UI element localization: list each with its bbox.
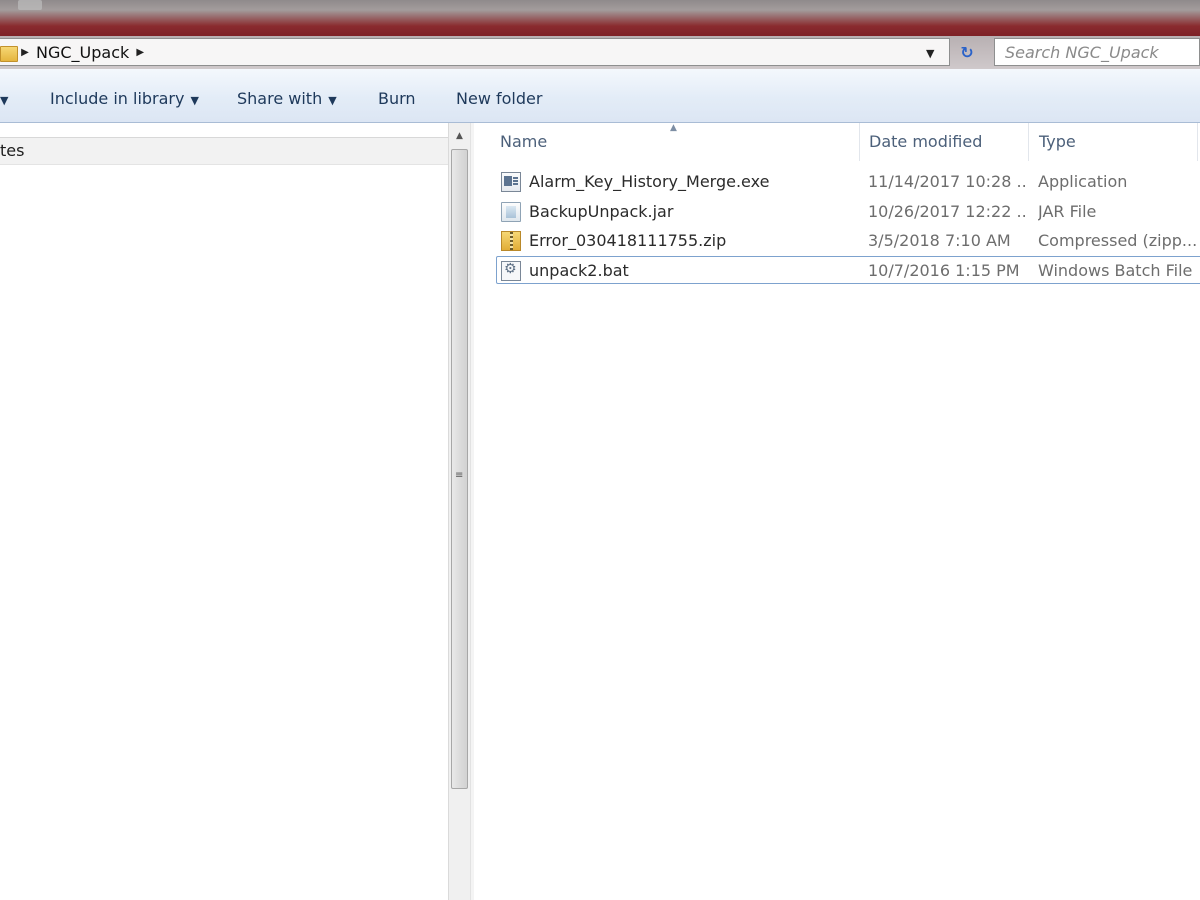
column-divider[interactable] <box>1197 123 1198 161</box>
file-name: Alarm_Key_History_Merge.exe <box>529 172 770 191</box>
bat-icon <box>501 261 521 281</box>
chevron-down-icon: ▼ <box>328 94 337 107</box>
new-folder-label: New folder <box>456 89 543 108</box>
nav-item-favorites[interactable]: tes <box>0 137 448 165</box>
address-bar[interactable]: ▶ NGC_Upack ▶ ▼ <box>0 38 950 66</box>
address-dropdown-icon[interactable]: ▼ <box>926 47 934 60</box>
file-name: Error_030418111755.zip <box>529 231 727 250</box>
search-box[interactable] <box>994 38 1200 66</box>
column-header-type[interactable]: Type <box>1027 123 1200 161</box>
window-control-icon <box>18 0 42 10</box>
window-title-bar <box>0 0 1200 36</box>
address-row: ▶ NGC_Upack ▶ ▼ ↻ <box>0 36 1200 69</box>
file-date: 10/7/2016 1:15 PM <box>868 261 1020 280</box>
scrollbar-thumb[interactable]: ≡ <box>451 149 468 789</box>
file-date: 10/26/2017 12:22 ... <box>868 202 1028 221</box>
navigation-pane: tes <box>0 123 448 900</box>
chevron-down-icon: ▼ <box>190 94 199 107</box>
file-date: 11/14/2017 10:28 ... <box>868 172 1028 191</box>
folder-icon <box>0 43 18 62</box>
breadcrumb-folder[interactable]: NGC_Upack <box>32 43 133 62</box>
grip-icon: ≡ <box>455 470 464 481</box>
file-row[interactable]: Error_030418111755.zip 3/5/2018 7:10 AM … <box>496 226 1200 254</box>
file-name: unpack2.bat <box>529 261 629 280</box>
file-row[interactable]: Alarm_Key_History_Merge.exe 11/14/2017 1… <box>496 167 1200 195</box>
exe-icon <box>501 172 521 192</box>
file-type: Windows Batch File <box>1038 261 1193 280</box>
include-in-library-label: Include in library <box>50 89 185 108</box>
chevron-right-icon[interactable]: ▶ <box>133 38 147 66</box>
nav-scrollbar[interactable]: ▲ ≡ <box>448 123 470 900</box>
include-in-library-button[interactable]: Include in library ▼ <box>50 89 199 108</box>
chevron-right-icon[interactable]: ▶ <box>18 38 32 66</box>
burn-label: Burn <box>378 89 416 108</box>
chevron-down-icon[interactable]: ▼ <box>0 94 8 107</box>
burn-button[interactable]: Burn <box>378 89 416 108</box>
file-type: JAR File <box>1038 202 1097 221</box>
column-header-name[interactable]: Name <box>488 123 858 161</box>
new-folder-button[interactable]: New folder <box>456 89 542 108</box>
column-header-date-modified[interactable]: Date modified <box>857 123 1027 161</box>
share-with-label: Share with <box>237 89 323 108</box>
command-bar: ▼ Include in library ▼ Share with ▼ Burn N… <box>0 69 1200 123</box>
scroll-up-icon[interactable]: ▲ <box>449 125 470 147</box>
file-row[interactable]: BackupUnpack.jar 10/26/2017 12:22 ... JA… <box>496 197 1200 225</box>
file-list-pane: ▲ Name Date modified Type Alarm_Key_Hist… <box>474 123 1200 900</box>
file-row-selected[interactable]: unpack2.bat 10/7/2016 1:15 PM Windows Ba… <box>496 256 1200 284</box>
column-header-row: ▲ Name Date modified Type <box>474 123 1200 161</box>
file-date: 3/5/2018 7:10 AM <box>868 231 1011 250</box>
jar-icon <box>501 202 521 222</box>
share-with-button[interactable]: Share with ▼ <box>237 89 337 108</box>
search-input[interactable] <box>995 39 1199 65</box>
zip-icon <box>501 231 521 251</box>
file-type: Application <box>1038 172 1128 191</box>
file-name: BackupUnpack.jar <box>529 202 674 221</box>
refresh-button[interactable]: ↻ <box>952 39 982 65</box>
refresh-icon: ↻ <box>960 42 974 62</box>
file-type: Compressed (zipp... <box>1038 231 1198 250</box>
nav-item-label: tes <box>0 141 25 160</box>
